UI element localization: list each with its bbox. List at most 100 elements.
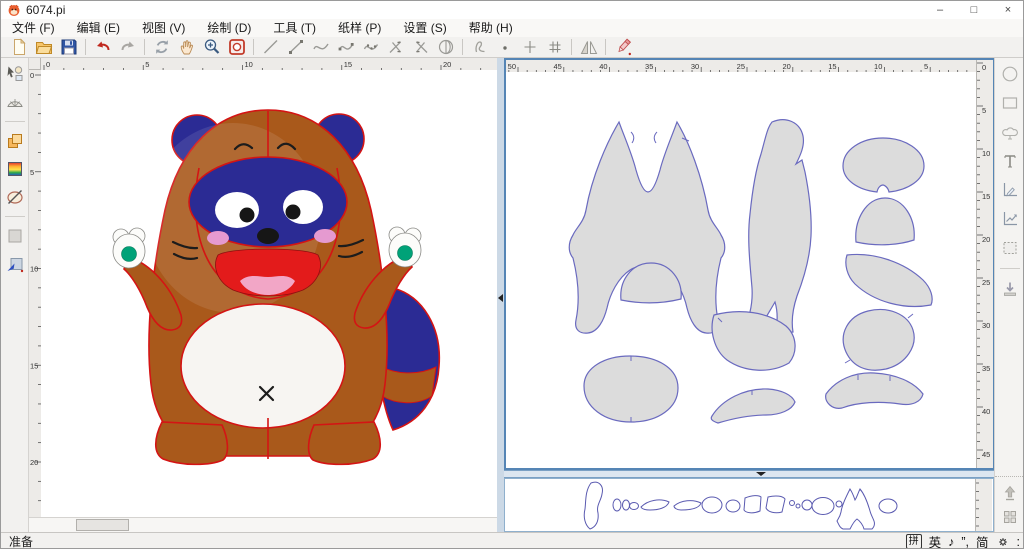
menu-file[interactable]: 文件 (F) [1, 19, 66, 37]
select-shapes-tool[interactable] [2, 64, 27, 84]
splitter-collapse-down-arrow[interactable] [756, 472, 766, 476]
draw-cloud-tool[interactable] [998, 122, 1023, 142]
maximize-button[interactable]: □ [957, 1, 991, 19]
thumbnail-piece-6[interactable] [702, 497, 722, 513]
thumbnail-piece-12[interactable] [802, 500, 812, 510]
simplified-indicator[interactable]: 简 [976, 532, 989, 549]
gradient-fill-tool[interactable] [2, 159, 27, 179]
pattern-piece-foot-strip-1[interactable] [711, 389, 795, 423]
save-tool[interactable] [56, 37, 81, 57]
double-cross-tool[interactable] [542, 37, 567, 57]
thumbnail-piece-15[interactable] [837, 489, 874, 529]
thumbnail-piece-13[interactable] [812, 498, 834, 515]
thumbnail-piece-2[interactable] [623, 500, 630, 510]
marquee-tool[interactable] [2, 226, 27, 246]
toolbar-separator [5, 121, 25, 122]
thumbnail-piece-5[interactable] [674, 501, 701, 510]
thumbnail-piece-9[interactable] [766, 496, 785, 513]
menu-tools[interactable]: 工具 (T) [262, 19, 327, 37]
menu-view[interactable]: 视图 (V) [131, 19, 196, 37]
pattern-pane[interactable]: 5101520253035404550 051015202530354045 [504, 58, 994, 470]
eraser-tool[interactable] [610, 37, 635, 57]
measure-chart-tool[interactable] [998, 180, 1023, 200]
curve-endpoints-tool[interactable] [333, 37, 358, 57]
menu-help[interactable]: 帮助 (H) [458, 19, 524, 37]
thumbnail-piece-16[interactable] [879, 499, 897, 513]
nudge-select-tool[interactable] [2, 254, 27, 274]
curve-tool[interactable] [308, 37, 333, 57]
minimize-button[interactable]: – [923, 1, 957, 19]
svg-text:50: 50 [508, 62, 516, 71]
thumbnail-piece-10[interactable] [790, 501, 795, 506]
svg-text:20: 20 [443, 60, 451, 69]
draw-rect-tool[interactable] [998, 93, 1023, 113]
undo-tool[interactable] [90, 37, 115, 57]
no-fill-tool[interactable] [2, 187, 27, 207]
curve-points-tool[interactable] [358, 37, 383, 57]
vertical-splitter[interactable] [497, 58, 504, 532]
zoom-in-tool[interactable] [199, 37, 224, 57]
thumbnail-piece-14[interactable] [836, 501, 842, 507]
line-endpoints-tool[interactable] [283, 37, 308, 57]
grid-panel-tool[interactable] [998, 507, 1023, 527]
menu-edit[interactable]: 编辑 (E) [66, 19, 131, 37]
open-folder-tool[interactable] [31, 37, 56, 57]
pattern-piece-belly-side[interactable] [843, 310, 914, 371]
splitter-collapse-left-arrow[interactable] [498, 294, 503, 302]
english-indicator[interactable]: 英 [929, 532, 942, 549]
thumbnail-piece-4[interactable] [641, 500, 669, 510]
thumbnail-piece-0[interactable] [584, 482, 602, 529]
draw-text-tool[interactable] [998, 151, 1023, 171]
punctuation-indicator[interactable]: ”, [961, 535, 969, 549]
export-piece-tool[interactable] [998, 279, 1023, 299]
copy-shape-tool[interactable] [2, 131, 27, 151]
svg-text:5: 5 [924, 62, 928, 71]
sound-icon[interactable]: ♪ [948, 535, 954, 549]
pattern-piece-cheek-wedge[interactable] [846, 254, 932, 306]
mirror-tool-tool[interactable] [576, 37, 601, 57]
pattern-piece-head-top[interactable] [843, 138, 924, 192]
send-up-tool[interactable] [998, 483, 1023, 503]
redo-tool[interactable] [115, 37, 140, 57]
line-tool[interactable] [258, 37, 283, 57]
rotate-view-tool[interactable] [149, 37, 174, 57]
protractor-tool[interactable] [2, 92, 27, 112]
close-button[interactable]: × [991, 1, 1024, 19]
right-tool-column [994, 58, 1024, 532]
pattern-piece-belly-base[interactable] [584, 356, 678, 422]
more-menu[interactable]: : [1017, 535, 1020, 549]
pattern-piece-foot-strip-2[interactable] [826, 373, 923, 408]
thumbnail-piece-1[interactable] [613, 499, 621, 511]
thumbnail-piece-3[interactable] [630, 503, 639, 510]
menu-settings[interactable]: 设置 (S) [392, 19, 457, 37]
horizontal-scrollbar[interactable] [29, 517, 497, 532]
horizontal-splitter[interactable] [504, 470, 994, 478]
right-paw [389, 227, 421, 267]
thumbnail-piece-7[interactable] [726, 500, 740, 512]
svg-text:0: 0 [30, 71, 34, 80]
point-dot-tool[interactable] [492, 37, 517, 57]
pattern-piece-ear-dome[interactable] [856, 198, 914, 245]
pen-curve-tool[interactable] [467, 37, 492, 57]
thumbnail-piece-11[interactable] [796, 504, 800, 508]
pinyin-indicator[interactable]: 拼 [906, 534, 922, 549]
pattern-piece-side-body[interactable] [743, 120, 811, 337]
select-region-tool[interactable] [998, 238, 1023, 258]
menu-draw[interactable]: 绘制 (D) [196, 19, 262, 37]
angle-tool-2-tool[interactable] [408, 37, 433, 57]
thumbnail-pane[interactable] [504, 478, 994, 532]
angle-tool-1-tool[interactable] [383, 37, 408, 57]
pattern-canvas[interactable] [506, 72, 976, 468]
menu-pattern[interactable]: 纸样 (P) [327, 19, 392, 37]
thumbnail-piece-8[interactable] [744, 496, 761, 513]
settings-gear-icon[interactable] [996, 535, 1010, 549]
cross-mark-tool[interactable] [517, 37, 542, 57]
render-canvas[interactable] [41, 70, 497, 517]
draw-ellipse-tool[interactable] [998, 64, 1023, 84]
ellipse-axis-tool[interactable] [433, 37, 458, 57]
scrollbar-thumb[interactable] [76, 519, 129, 531]
pan-hand-tool[interactable] [174, 37, 199, 57]
new-file-tool[interactable] [6, 37, 31, 57]
fit-view-tool[interactable] [224, 37, 249, 57]
measure-arrow-tool[interactable] [998, 209, 1023, 229]
